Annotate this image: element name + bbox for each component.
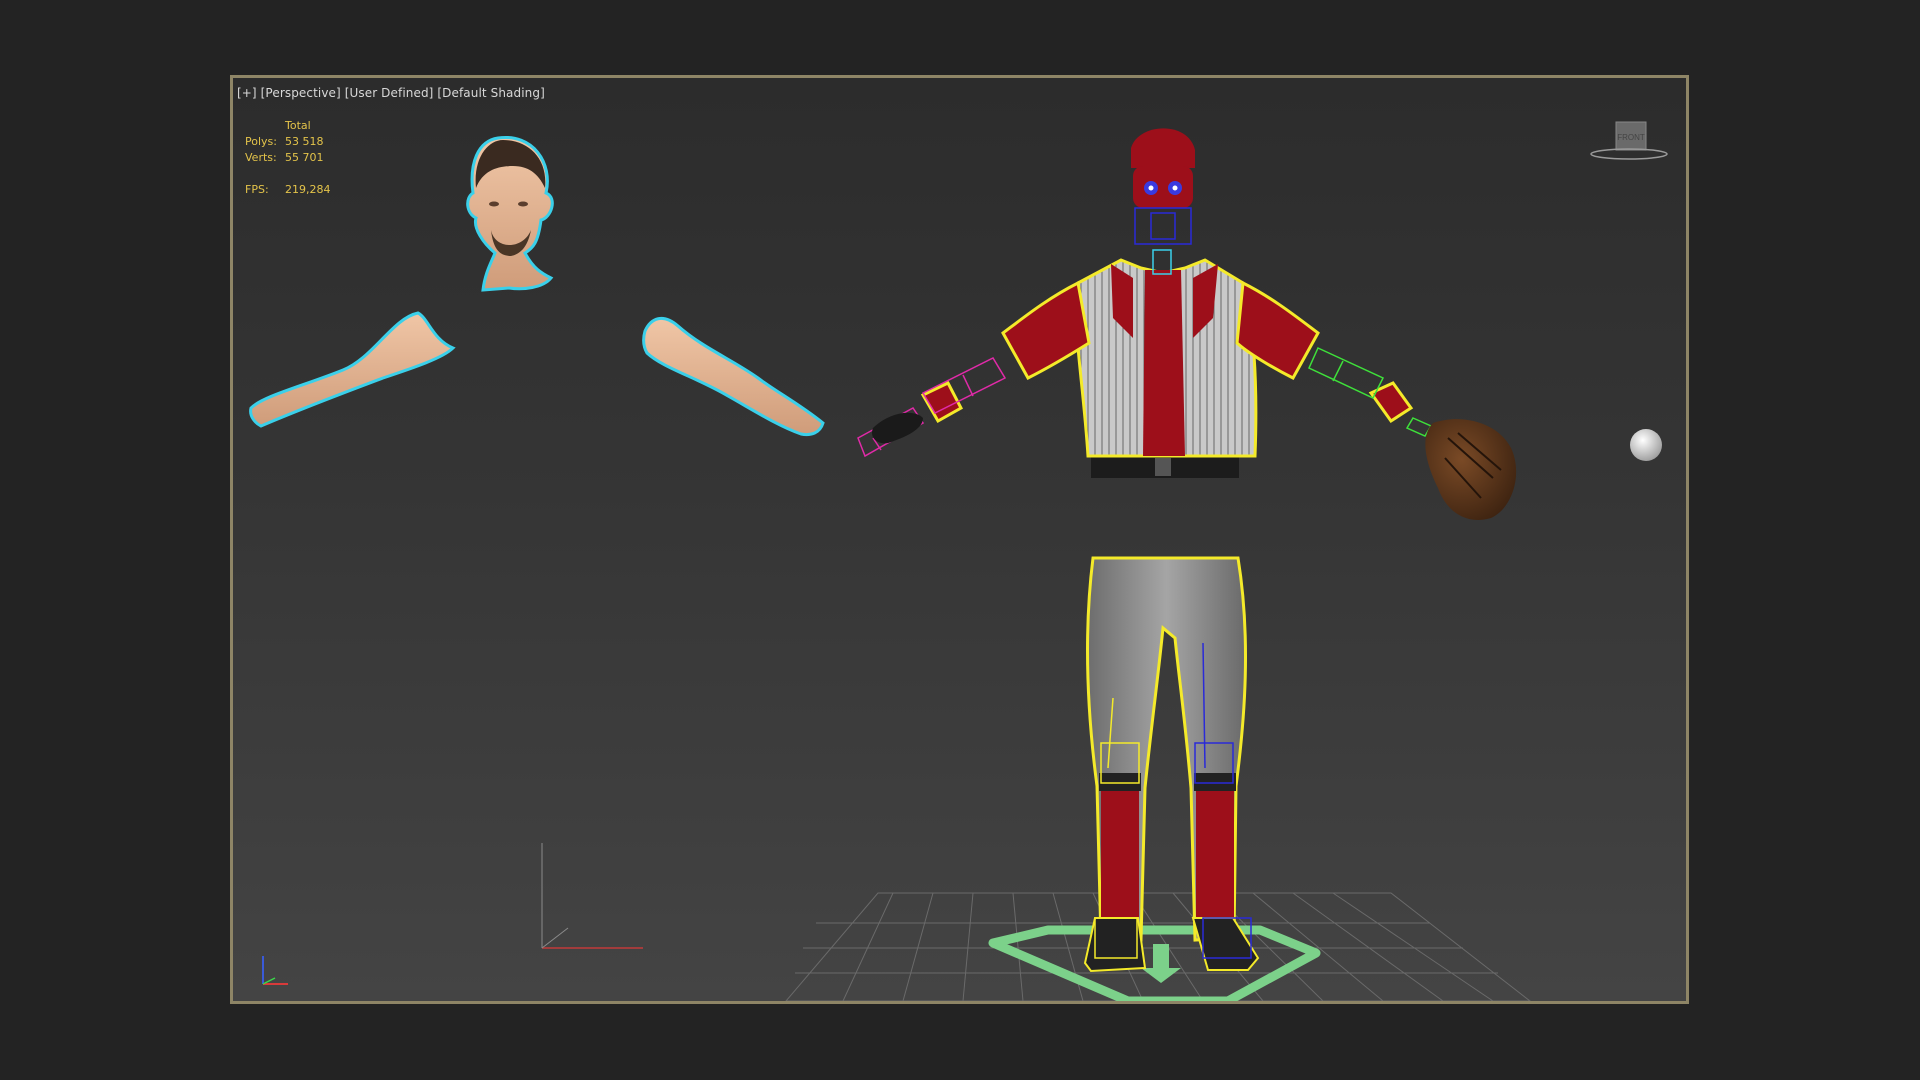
right-arm-mesh[interactable] — [642, 316, 825, 437]
axis-tripod-icon — [541, 843, 643, 949]
head-mesh[interactable] — [466, 135, 554, 292]
viewcube-label: FRONT — [1617, 133, 1645, 142]
viewcube-icon[interactable]: FRONT — [1589, 118, 1669, 166]
baseball-player-model[interactable] — [920, 128, 1414, 973]
baseball-glove-mesh[interactable] — [1425, 419, 1517, 520]
world-axis-icon — [262, 956, 288, 985]
baseball-mesh[interactable] — [1630, 429, 1662, 461]
right-hand-mesh[interactable] — [872, 412, 923, 444]
left-arm-mesh[interactable] — [249, 311, 456, 428]
scene-canvas — [249, 128, 1662, 1001]
root-controller[interactable] — [988, 925, 1321, 1001]
perspective-viewport[interactable]: [+] [Perspective] [User Defined] [Defaul… — [230, 75, 1689, 1004]
